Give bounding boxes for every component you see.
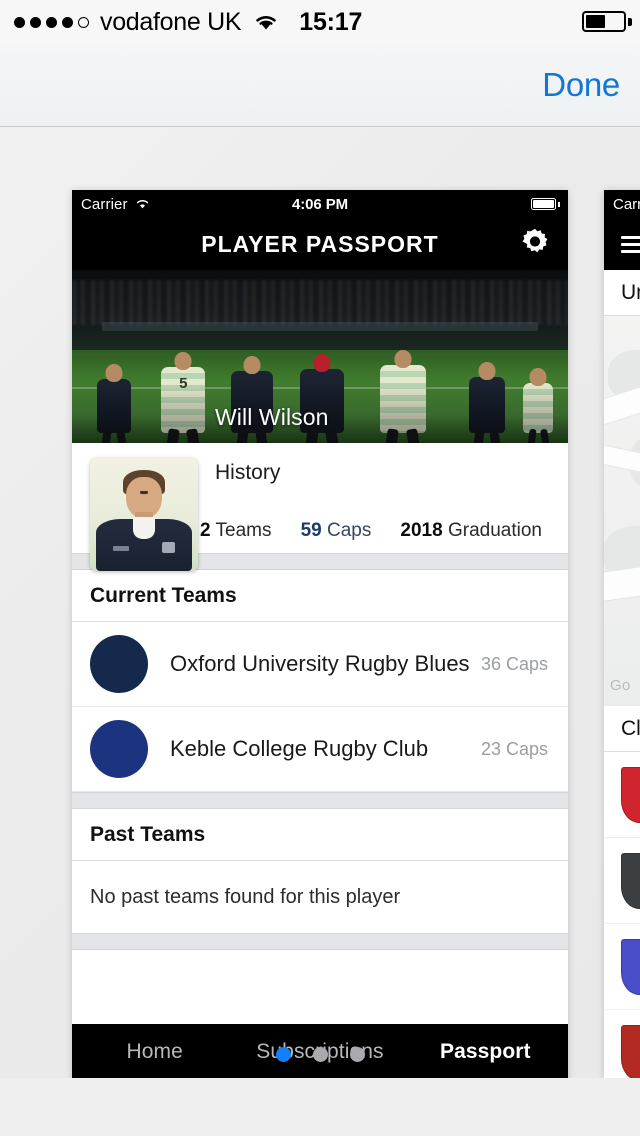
next-section-heading-label: Cl — [621, 716, 640, 740]
table-row[interactable]: Oxford University Rugby Blues 36 Caps — [72, 622, 568, 707]
carrier-name: vodafone UK — [100, 7, 242, 36]
stat-graduation: 2018 Graduation — [400, 520, 542, 542]
past-teams-heading: Past Teams — [72, 809, 568, 861]
app-header: PLAYER PASSPORT — [72, 218, 568, 270]
past-teams-heading-label: Past Teams — [90, 822, 206, 846]
player-name: Will Wilson — [215, 404, 329, 430]
past-teams-empty-message: No past teams found for this player — [90, 885, 401, 908]
battery-nub — [628, 18, 632, 26]
clock: 15:17 — [299, 7, 363, 36]
page-dot-2[interactable] — [312, 1047, 328, 1062]
stat-caps-label: Caps — [326, 520, 372, 541]
team-name: Oxford University Rugby Blues — [170, 651, 470, 676]
gear-icon[interactable] — [519, 226, 551, 263]
section-spacer — [72, 792, 568, 809]
stat-teams-value: 2 — [200, 520, 211, 541]
page-dot-1[interactable] — [275, 1047, 291, 1062]
screenshot-preview-next[interactable]: Carr Un Go Cl — [604, 190, 640, 1078]
app-battery-nub — [558, 202, 560, 207]
app-clock: 4:06 PM — [292, 195, 348, 213]
stat-teams-label: Teams — [215, 520, 272, 541]
team-caps: 23 Caps — [480, 738, 548, 759]
team-crest-icon — [90, 720, 148, 778]
stat-caps: 59 Caps — [301, 520, 372, 542]
table-row[interactable]: Keble College Rugby Club 23 Caps — [72, 707, 568, 792]
next-app-header — [604, 218, 640, 270]
stat-graduation-label: Graduation — [447, 520, 542, 541]
screenshot-carousel[interactable]: Carrier 4:06 PM PLAYER PASSPORT Will Wil… — [0, 128, 640, 1078]
stat-graduation-value: 2018 — [400, 520, 443, 541]
nav-bar: Done — [0, 44, 640, 127]
current-teams-heading: Current Teams — [72, 570, 568, 622]
app-status-bar: Carrier 4:06 PM — [72, 190, 568, 218]
avatar[interactable] — [90, 458, 198, 571]
section-spacer — [72, 933, 568, 950]
page-dot-3[interactable] — [349, 1047, 365, 1062]
next-title: Un — [621, 280, 640, 304]
next-status-bar: Carr — [604, 190, 640, 218]
stat-teams: 2 Teams — [200, 520, 271, 542]
team-caps: 36 Caps — [480, 653, 548, 674]
page-title: PLAYER PASSPORT — [201, 230, 439, 257]
list-item[interactable] — [604, 924, 640, 1010]
wifi-icon — [253, 12, 279, 32]
screenshot-preview-main[interactable]: Carrier 4:06 PM PLAYER PASSPORT Will Wil… — [72, 190, 568, 1078]
done-button[interactable]: Done — [542, 66, 640, 104]
hamburger-menu-icon[interactable] — [621, 232, 640, 257]
team-name: Keble College Rugby Club — [170, 736, 429, 761]
next-carrier-label: Carr — [613, 195, 640, 213]
sport-label: History — [215, 461, 281, 484]
team-crest-icon — [90, 635, 148, 693]
signal-strength-icon — [14, 16, 89, 28]
ios-status-bar: vodafone UK 15:17 — [0, 0, 640, 44]
stat-caps-value: 59 — [300, 520, 322, 541]
map-view[interactable]: Go — [604, 316, 640, 706]
google-watermark: Go — [610, 677, 631, 694]
hero-photo: 5 Will Wilson — [72, 270, 568, 443]
app-battery-icon — [531, 198, 556, 210]
list-item[interactable] — [604, 752, 640, 838]
current-teams-heading-label: Current Teams — [90, 583, 237, 607]
club-crest-icon — [621, 852, 640, 909]
past-teams-empty-row: No past teams found for this player — [72, 861, 568, 933]
next-section-heading: Cl — [604, 706, 640, 752]
club-crest-icon — [621, 938, 640, 995]
list-item[interactable] — [604, 838, 640, 924]
next-title-row: Un — [604, 270, 640, 316]
club-crest-icon — [621, 766, 640, 823]
battery-icon — [582, 11, 626, 32]
list-item[interactable] — [604, 1010, 640, 1078]
page-indicator — [0, 1047, 640, 1062]
